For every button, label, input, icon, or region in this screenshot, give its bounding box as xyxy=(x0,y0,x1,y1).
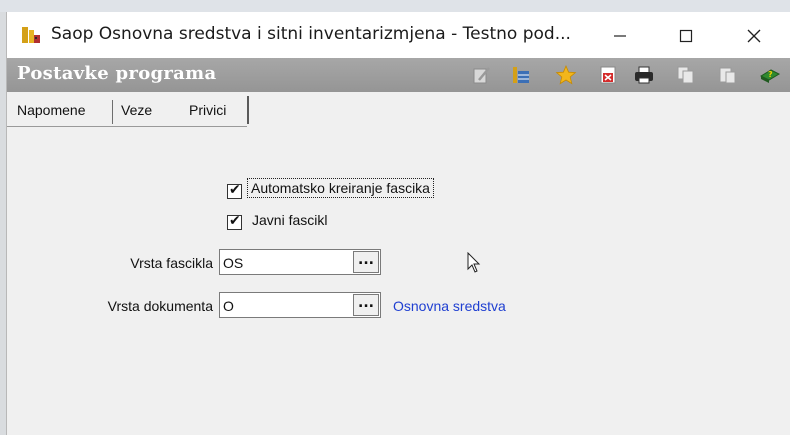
tab-veze[interactable]: Veze xyxy=(117,97,156,123)
tab-label: Veze xyxy=(121,102,153,118)
minimize-icon xyxy=(614,35,626,37)
document-type-description: Osnovna sredstva xyxy=(393,298,506,314)
folder-type-value: OS xyxy=(223,255,244,271)
minimize-button[interactable] xyxy=(597,20,643,52)
copy-icon[interactable] xyxy=(675,64,697,86)
svg-text:?: ? xyxy=(768,70,773,79)
document-type-label: Vrsta dokumenta xyxy=(107,298,213,314)
desktop-strip xyxy=(0,0,790,12)
app-window: Saop Osnovna sredstva i sitni inventariz… xyxy=(6,12,790,435)
close-icon xyxy=(747,29,761,43)
table-icon[interactable] xyxy=(510,64,532,86)
checkmark-icon: ✔ xyxy=(229,213,241,229)
app-logo-icon xyxy=(22,27,40,43)
tab-label: Napomene xyxy=(17,102,86,118)
folder-type-label: Vrsta fascikla xyxy=(130,255,213,271)
active-tab-edge xyxy=(247,96,249,124)
delete-icon[interactable] xyxy=(597,64,619,86)
star-icon[interactable] xyxy=(555,64,577,86)
tab-napomene[interactable]: Napomene xyxy=(13,97,90,123)
title-bar: Saop Osnovna sredstva i sitni inventariz… xyxy=(7,12,790,58)
privici-panel: ✔ Automatsko kreiranje fascika ✔ Javni f… xyxy=(7,127,790,435)
tab-label: Privici xyxy=(189,102,227,118)
help-book-icon[interactable]: ? xyxy=(759,64,781,86)
tab-privici[interactable]: Privici xyxy=(185,97,230,123)
public-folder-label[interactable]: Javni fascikl xyxy=(252,212,327,228)
settings-header: Postavke programa ? xyxy=(7,58,790,92)
close-button[interactable] xyxy=(731,20,777,52)
tab-bar: Napomene Veze Privici xyxy=(7,92,790,126)
edit-icon[interactable] xyxy=(471,64,493,86)
public-folder-checkbox[interactable]: ✔ xyxy=(227,213,242,230)
document-type-value: O xyxy=(223,298,234,314)
print-icon[interactable] xyxy=(633,64,655,86)
tab-divider xyxy=(112,100,113,124)
maximize-icon xyxy=(679,29,693,43)
mouse-cursor-icon xyxy=(467,252,481,273)
folder-type-lookup-button[interactable]: ... xyxy=(353,251,379,273)
checkmark-icon: ✔ xyxy=(229,182,241,198)
page-title: Postavke programa xyxy=(17,63,217,84)
window-title: Saop Osnovna sredstva i sitni inventariz… xyxy=(51,24,571,44)
document-type-lookup-button[interactable]: ... xyxy=(353,294,379,316)
paste-icon[interactable] xyxy=(717,64,739,86)
maximize-button[interactable] xyxy=(663,20,709,52)
auto-create-folder-checkbox[interactable]: ✔ xyxy=(227,182,242,199)
auto-create-folder-label[interactable]: Automatsko kreiranje fascika xyxy=(247,178,434,198)
